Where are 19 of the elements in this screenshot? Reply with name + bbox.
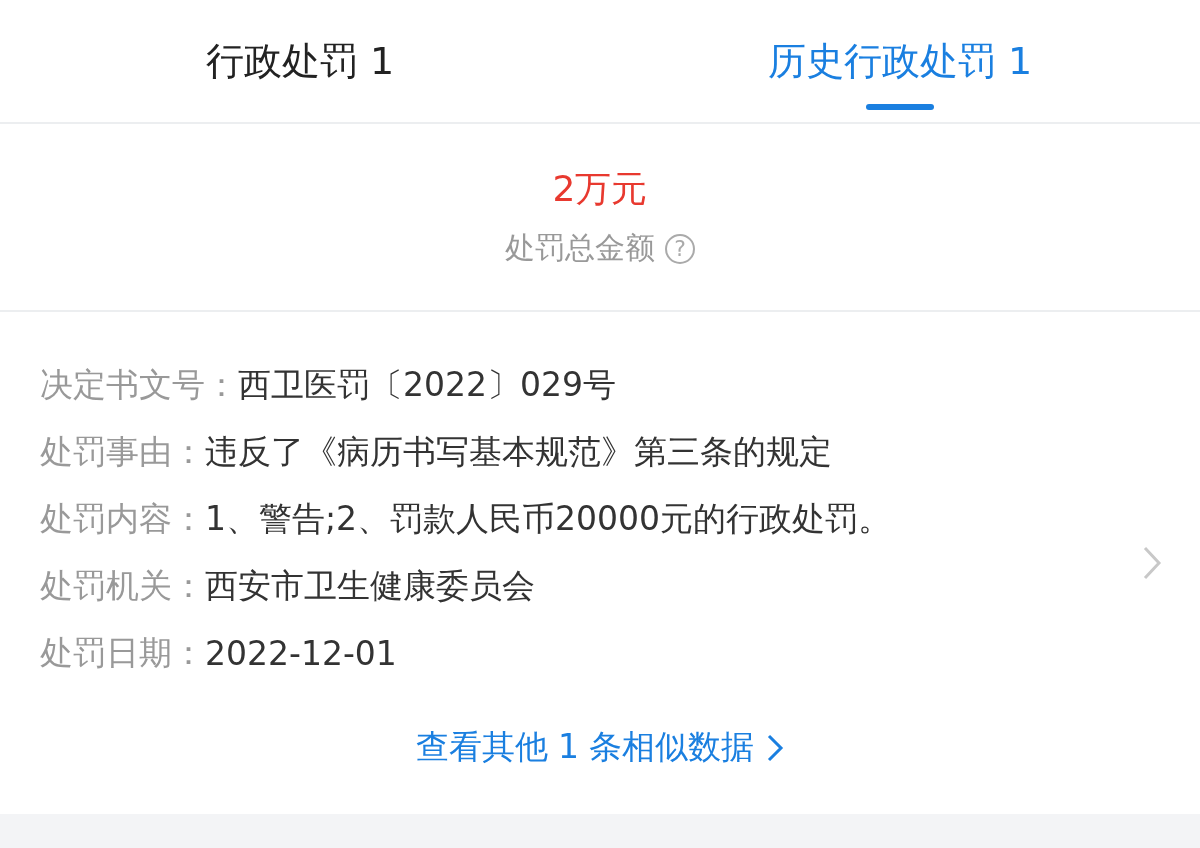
field-label: 处罚事由：: [40, 431, 205, 473]
similar-data-link[interactable]: 查看其他 1 条相似数据: [415, 725, 785, 770]
chevron-right-icon[interactable]: [1142, 545, 1162, 581]
field-label: 处罚机关：: [40, 565, 205, 607]
tab[interactable]: 行政处罚 1: [205, 35, 395, 87]
field-value: 违反了《病历书写基本规范》第三条的规定: [205, 431, 832, 473]
help-icon[interactable]: ?: [665, 233, 695, 264]
field-value: 1、警告;2、罚款人民币20000元的行政处罚。: [205, 498, 892, 540]
field-label: 处罚日期：: [40, 632, 205, 674]
field-value: 西安市卫生健康委员会: [205, 565, 535, 607]
amount-label: 处罚总金额: [505, 229, 655, 267]
chevron-right-icon: [766, 732, 785, 763]
penalty-amount: 2万元: [552, 167, 648, 211]
field-label: 处罚内容：: [40, 498, 205, 540]
tab-indicator: [866, 104, 934, 110]
field-value: 西卫医罚〔2022〕029号: [238, 364, 616, 406]
field-value: 2022-12-01: [205, 634, 397, 673]
field-label: 决定书文号：: [40, 364, 238, 406]
tab[interactable]: 历史行政处罚 1: [767, 35, 1033, 87]
